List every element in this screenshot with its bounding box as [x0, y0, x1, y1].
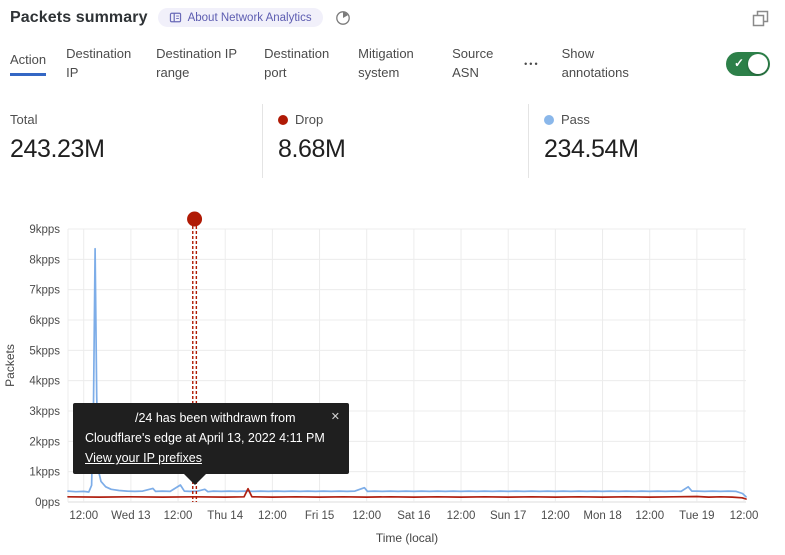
tab-action[interactable]: Action — [10, 51, 46, 76]
svg-text:9kpps: 9kpps — [29, 224, 60, 236]
annotation-tooltip: ✕ /24 has been withdrawn from Cloudflare… — [73, 403, 349, 474]
stats-row: Total 243.23M Drop 8.68M Pass 234.54M — [0, 104, 785, 178]
svg-text:12:00: 12:00 — [635, 510, 664, 522]
svg-text:7kpps: 7kpps — [29, 285, 60, 297]
svg-text:12:00: 12:00 — [258, 510, 287, 522]
close-icon[interactable]: ✕ — [331, 407, 340, 427]
svg-text:3kpps: 3kpps — [29, 406, 60, 418]
stat-drop: Drop 8.68M — [262, 104, 528, 178]
about-network-analytics-badge[interactable]: About Network Analytics — [158, 8, 323, 27]
stat-pass-value: 234.54M — [544, 135, 785, 164]
panel-header: Packets summary About Network Analytics — [10, 8, 745, 27]
stat-drop-label: Drop — [278, 112, 528, 127]
book-icon — [169, 11, 182, 24]
tab-destination-port[interactable]: Destination port — [264, 45, 338, 83]
tab-mitigation-system[interactable]: Mitigation system — [358, 45, 432, 83]
tab-destination-ip-range[interactable]: Destination IP range — [156, 45, 244, 83]
packets-chart: 0pps 1kpps 2kpps 3kpps 4kpps 5kpps 6kpps 7kpps 8… — [0, 210, 785, 555]
drop-legend-dot — [278, 115, 288, 125]
more-tabs-icon[interactable]: ••• — [522, 59, 541, 69]
show-annotations-toggle[interactable]: ✓ — [726, 52, 770, 76]
view-ip-prefixes-link[interactable]: View your IP prefixes — [85, 451, 202, 465]
svg-text:12:00: 12:00 — [730, 510, 759, 522]
svg-text:8kpps: 8kpps — [29, 254, 60, 266]
svg-text:2kpps: 2kpps — [29, 436, 60, 448]
svg-text:4kpps: 4kpps — [29, 376, 60, 388]
svg-text:12:00: 12:00 — [69, 510, 98, 522]
stat-total: Total 243.23M — [0, 104, 262, 178]
svg-text:12:00: 12:00 — [352, 510, 381, 522]
svg-text:Fri 15: Fri 15 — [305, 510, 334, 522]
svg-text:Thu 14: Thu 14 — [207, 510, 243, 522]
tooltip-line1: /24 has been withdrawn from — [85, 408, 337, 428]
tooltip-line2: Cloudflare's edge at April 13, 2022 4:11… — [85, 428, 337, 448]
tooltip-pointer — [184, 474, 206, 485]
popout-icon[interactable] — [752, 10, 769, 32]
svg-text:Packets: Packets — [3, 344, 17, 387]
chart-canvas[interactable]: 0pps 1kpps 2kpps 3kpps 4kpps 5kpps 6kpps 7kpps 8… — [0, 210, 785, 555]
svg-text:Time (local): Time (local) — [376, 531, 438, 545]
svg-text:0pps: 0pps — [35, 497, 60, 509]
svg-text:5kpps: 5kpps — [29, 345, 60, 357]
stat-drop-value: 8.68M — [278, 135, 528, 164]
svg-text:12:00: 12:00 — [541, 510, 570, 522]
toggle-knob — [748, 54, 768, 74]
svg-text:12:00: 12:00 — [164, 510, 193, 522]
time-history-icon[interactable] — [335, 10, 351, 26]
svg-text:Sun 17: Sun 17 — [490, 510, 526, 522]
tab-destination-ip[interactable]: Destination IP — [66, 45, 136, 83]
svg-text:Mon 18: Mon 18 — [583, 510, 621, 522]
svg-text:Wed 13: Wed 13 — [111, 510, 150, 522]
dimension-tabs: Action Destination IP Destination IP ran… — [10, 45, 770, 83]
svg-text:12:00: 12:00 — [447, 510, 476, 522]
stat-pass: Pass 234.54M — [528, 104, 785, 178]
svg-text:6kpps: 6kpps — [29, 315, 60, 327]
stat-total-label: Total — [10, 112, 262, 127]
svg-text:1kpps: 1kpps — [29, 467, 60, 479]
badge-label: About Network Analytics — [188, 12, 312, 24]
pass-legend-dot — [544, 115, 554, 125]
tab-source-asn[interactable]: Source ASN — [452, 45, 502, 83]
show-annotations-label: Show annotations — [562, 45, 644, 83]
svg-text:Sat 16: Sat 16 — [397, 510, 430, 522]
stat-pass-label: Pass — [544, 112, 785, 127]
svg-text:Tue 19: Tue 19 — [679, 510, 714, 522]
page-title: Packets summary — [10, 9, 148, 27]
stat-total-value: 243.23M — [10, 135, 262, 164]
check-icon: ✓ — [734, 56, 744, 70]
